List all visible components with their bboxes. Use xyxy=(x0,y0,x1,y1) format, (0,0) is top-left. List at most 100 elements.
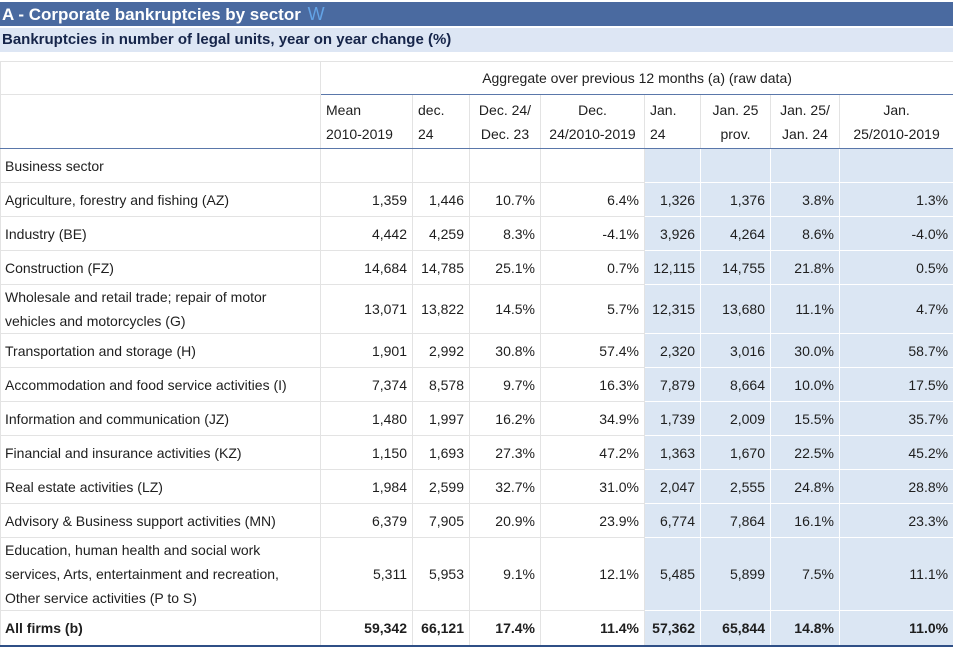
table-cell: 57,362 xyxy=(644,610,701,647)
row-label: Education, human health and social work … xyxy=(0,537,321,611)
row-label: Industry (BE) xyxy=(0,216,321,251)
table-cell: 16.1% xyxy=(770,503,840,538)
column-header-line2: Dec. 23 xyxy=(480,125,530,142)
table-row: Construction (FZ) 14,684 14,785 25.1% 0.7% 12… xyxy=(0,250,953,285)
column-header-line1: Dec. 24/ xyxy=(478,101,532,118)
row-label: Information and communication (JZ) xyxy=(0,401,321,436)
table-cell: 2,047 xyxy=(644,469,701,504)
table-cell: -4.0% xyxy=(838,216,953,251)
table-cell: 2,009 xyxy=(700,401,771,436)
table-cell: 11.1% xyxy=(770,284,840,334)
table-cell: 1,670 xyxy=(700,435,771,470)
column-header-row: Mean 2010-2019 dec. 24 Dec. 24/Dec. 23 Dec. 24… xyxy=(0,94,953,149)
column-header-line1: Jan. 25/ xyxy=(780,101,830,118)
table-row: Real estate activities (LZ) 1,984 2,599 32.… xyxy=(0,469,953,504)
table-cell: 5.7% xyxy=(540,284,645,334)
column-header-line1: Mean xyxy=(326,101,362,118)
table-cell: 2,599 xyxy=(412,469,470,504)
table-row: Agriculture, forestry and fishing (AZ) 1,… xyxy=(0,182,953,217)
table-cell: 2,320 xyxy=(644,333,701,368)
table-cell: 6,774 xyxy=(644,503,701,538)
table-cell: -4.1% xyxy=(540,216,645,251)
table-cell: 13,822 xyxy=(412,284,470,334)
table-cell: 21.8% xyxy=(770,250,840,285)
table-cell: 11.1% xyxy=(838,537,953,611)
table-title-text: A - Corporate bankruptcies by sector xyxy=(2,5,301,24)
table-cell: 11.0% xyxy=(838,610,953,647)
column-header: Dec. 24/2010-2019 xyxy=(540,94,645,149)
table-cell: 31.0% xyxy=(540,469,645,504)
table-cell: 2,992 xyxy=(412,333,470,368)
table-cell: 58.7% xyxy=(838,333,953,368)
table-cell: 25.1% xyxy=(469,250,541,285)
table-cell: 22.5% xyxy=(770,435,840,470)
sector-header-row: Business sector xyxy=(0,148,953,183)
table-cell: 34.9% xyxy=(540,401,645,436)
table-cell: 12,315 xyxy=(644,284,701,334)
column-header-line2: 24/2010-2019 xyxy=(549,125,636,142)
table-cell: 16.3% xyxy=(540,367,645,402)
column-header-line1: Jan. xyxy=(883,101,910,118)
total-row: All firms (b) 59,342 66,121 17.4% 11.4% 57,36… xyxy=(0,610,953,647)
table-cell: 7,905 xyxy=(412,503,470,538)
table-cell: 1.3% xyxy=(838,182,953,217)
table-row: Financial and insurance activities (KZ) 1… xyxy=(0,435,953,470)
table-row: Education, human health and social work … xyxy=(0,537,953,611)
column-header-blank xyxy=(0,94,321,149)
table-cell: 3.8% xyxy=(770,182,840,217)
column-header: Dec. 24/Dec. 23 xyxy=(469,94,541,149)
table-cell: 57.4% xyxy=(540,333,645,368)
aggregate-header: Aggregate over previous 12 months (a) (r… xyxy=(319,61,953,95)
table-cell: 8,664 xyxy=(700,367,771,402)
table-row: Accommodation and food service activitie… xyxy=(0,367,953,402)
table-cell: 7.5% xyxy=(770,537,840,611)
column-header: Mean 2010-2019 xyxy=(320,94,413,149)
w-logo-icon[interactable]: W xyxy=(308,4,325,24)
table-cell: 20.9% xyxy=(469,503,541,538)
column-header: dec. 24 xyxy=(412,94,470,149)
table-cell: 14,785 xyxy=(412,250,470,285)
row-label: Transportation and storage (H) xyxy=(0,333,321,368)
table-cell: 4.7% xyxy=(838,284,953,334)
table-cell: 16.2% xyxy=(469,401,541,436)
table-cell: 12.1% xyxy=(540,537,645,611)
table-cell: 14.5% xyxy=(469,284,541,334)
table-cell: 45.2% xyxy=(838,435,953,470)
table-cell: 3,926 xyxy=(644,216,701,251)
column-header-line2: Jan. 24 xyxy=(782,125,828,142)
table-cell: 4,264 xyxy=(700,216,771,251)
table-subtitle: Bankruptcies in number of legal units, y… xyxy=(0,28,953,52)
table-cell: 65,844 xyxy=(700,610,771,647)
table-cell: 5,485 xyxy=(644,537,701,611)
table-cell: 4,259 xyxy=(412,216,470,251)
table-cell: 8,578 xyxy=(412,367,470,402)
aggregate-header-row: Aggregate over previous 12 months (a) (r… xyxy=(0,61,953,95)
table-cell: 1,150 xyxy=(320,435,413,470)
table-cell: 14,755 xyxy=(700,250,771,285)
column-header-line2: 25/2010-2019 xyxy=(853,125,940,142)
column-header-line2: 2010-2019 xyxy=(326,125,393,142)
table-cell: 6.4% xyxy=(540,182,645,217)
table-cell: 14,684 xyxy=(320,250,413,285)
table-cell: 23.9% xyxy=(540,503,645,538)
table-cell: 17.5% xyxy=(838,367,953,402)
row-label: Real estate activities (LZ) xyxy=(0,469,321,504)
column-header-line2: 24 xyxy=(650,125,666,142)
row-label: Construction (FZ) xyxy=(0,250,321,285)
table-cell: 2,555 xyxy=(700,469,771,504)
column-header: Jan. 25/2010-2019 xyxy=(838,94,953,149)
table-row: Transportation and storage (H) 1,901 2,992… xyxy=(0,333,953,368)
row-label: All firms (b) xyxy=(0,610,321,647)
table-cell: 8.6% xyxy=(770,216,840,251)
table-cell: 1,480 xyxy=(320,401,413,436)
table-cell: 6,379 xyxy=(320,503,413,538)
table-cell: 32.7% xyxy=(469,469,541,504)
table-cell: 24.8% xyxy=(770,469,840,504)
table-row: Advisory & Business support activities (… xyxy=(0,503,953,538)
row-label: Wholesale and retail trade; repair of mo… xyxy=(0,284,321,334)
table-cell: 9.7% xyxy=(469,367,541,402)
table-cell: 9.1% xyxy=(469,537,541,611)
table-cell: 0.7% xyxy=(540,250,645,285)
column-header-line1: dec. xyxy=(418,101,445,118)
table-cell: 27.3% xyxy=(469,435,541,470)
